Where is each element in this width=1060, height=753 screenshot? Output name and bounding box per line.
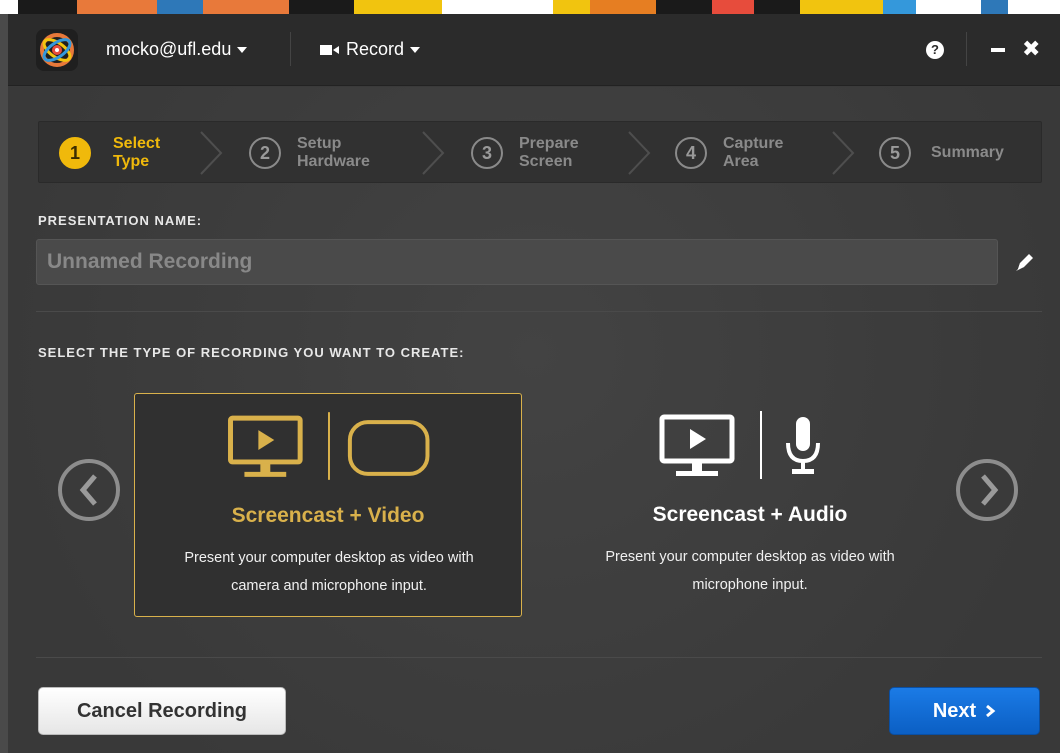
option-description: camera and microphone input. [231, 578, 427, 594]
carousel-prev-button[interactable] [58, 459, 120, 521]
option-description: microphone input. [692, 577, 808, 593]
minimize-icon[interactable] [991, 48, 1005, 52]
chevron-right-icon [832, 131, 855, 175]
recording-type-label: SELECT THE TYPE OF RECORDING YOU WANT TO… [38, 345, 465, 360]
divider [290, 32, 291, 66]
step-label: Select [113, 135, 161, 152]
presentation-name-input[interactable] [36, 239, 998, 285]
step-label: Prepare [519, 135, 579, 152]
help-icon[interactable]: ? [926, 41, 944, 59]
close-icon[interactable]: ✖ [1022, 38, 1040, 60]
step-number: 4 [675, 137, 707, 169]
step-summary: 5 Summary [879, 122, 1011, 184]
pencil-icon[interactable] [1014, 251, 1036, 273]
wizard-panel: 1 Select Type 2 Setup Hardware 3 Prepare… [8, 87, 1060, 753]
step-capture-area: 4 Capture Area [675, 122, 803, 184]
webcam-frame-icon [347, 420, 430, 476]
divider [36, 657, 1042, 658]
option-title: Screencast + Audio [652, 503, 848, 526]
carousel-next-button[interactable] [956, 459, 1018, 521]
step-prepare-screen: 3 Prepare Screen [471, 122, 599, 184]
microphone-icon [786, 417, 820, 474]
divider [36, 311, 1042, 312]
monitor-play-icon [228, 415, 303, 477]
step-label: Screen [519, 153, 573, 170]
monitor-play-icon [659, 414, 735, 476]
record-menu[interactable]: Record [320, 39, 421, 60]
top-color-strip [0, 0, 1060, 14]
screencast-video-icons [228, 412, 430, 480]
step-label: Area [723, 153, 759, 170]
step-label: Summary [931, 144, 1004, 161]
step-label: Capture [723, 135, 784, 152]
recording-option-screencast-video[interactable]: Screencast + Video Present your computer… [134, 393, 522, 617]
wizard-stepper: 1 Select Type 2 Setup Hardware 3 Prepare… [38, 121, 1042, 183]
chevron-right-icon [986, 704, 996, 718]
chevron-right-icon [200, 131, 223, 175]
recording-option-screencast-audio[interactable]: Screencast + Audio Present your computer… [556, 393, 944, 617]
app-logo-icon [36, 29, 78, 71]
step-setup-hardware: 2 Setup Hardware [249, 122, 377, 184]
cancel-recording-button[interactable]: Cancel Recording [38, 687, 286, 735]
account-menu[interactable]: mocko@ufl.edu [106, 39, 248, 60]
chevron-right-icon [981, 474, 999, 506]
chevron-right-icon [422, 131, 445, 175]
option-title: Screencast + Video [231, 504, 425, 527]
screencast-audio-icons [659, 411, 820, 479]
presentation-name-label: PRESENTATION NAME: [38, 213, 203, 228]
account-email: mocko@ufl.edu [106, 39, 232, 59]
divider [966, 32, 967, 66]
option-description: Present your computer desktop as video w… [184, 550, 474, 566]
record-menu-label: Record [346, 39, 405, 59]
next-button[interactable]: Next [889, 687, 1040, 735]
step-label: Type [113, 153, 150, 170]
window-left-edge [0, 14, 8, 753]
step-label: Hardware [297, 153, 370, 170]
option-description: Present your computer desktop as video w… [605, 549, 895, 565]
step-number: 2 [249, 137, 281, 169]
step-select-type: 1 Select Type [59, 122, 183, 184]
title-bar: mocko@ufl.edu Record ? ✖ [8, 14, 1060, 86]
step-number: 5 [879, 137, 911, 169]
step-label: Setup [297, 135, 342, 152]
next-button-label: Next [932, 699, 977, 722]
chevron-right-icon [628, 131, 651, 175]
chevron-left-icon [79, 474, 97, 506]
chevron-down-icon [237, 46, 248, 53]
video-camera-icon [320, 44, 339, 55]
chevron-down-icon [410, 46, 421, 53]
step-number: 1 [59, 137, 91, 169]
step-number: 3 [471, 137, 503, 169]
